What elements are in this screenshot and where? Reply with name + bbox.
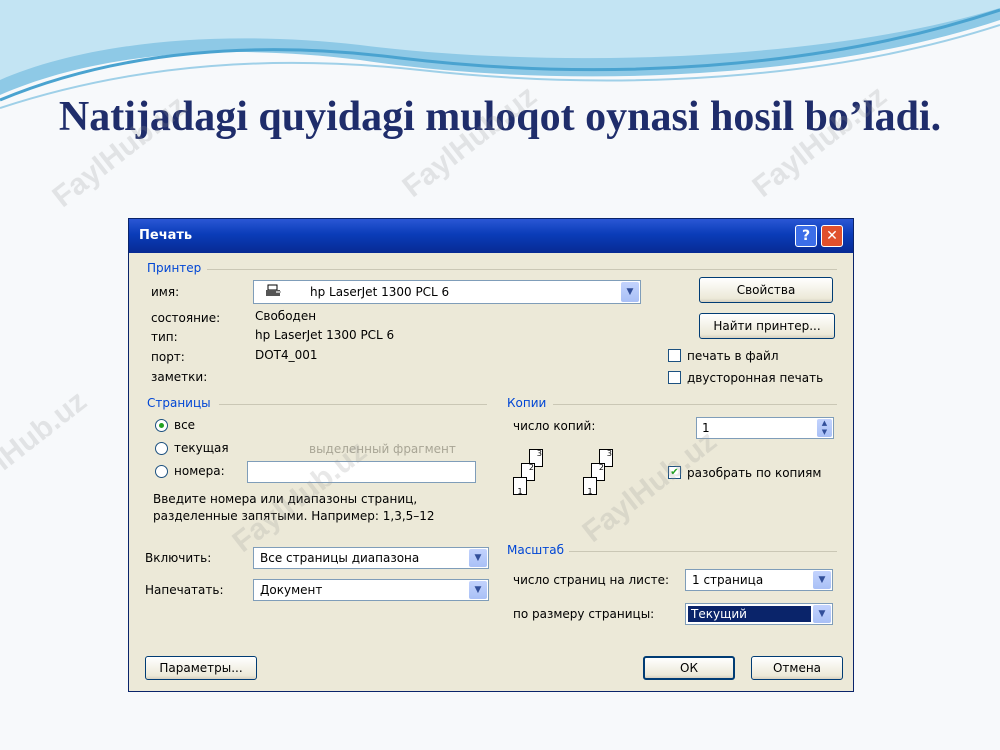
find-printer-button[interactable]: Найти принтер... [699, 313, 835, 339]
print-to-file-checkbox[interactable] [668, 349, 681, 362]
slide-title: Natijadagi quyidagi muloqot oynasi hosil… [58, 94, 942, 140]
pages-group-label: Страницы [147, 396, 211, 410]
printer-group-label: Принтер [147, 261, 202, 275]
printer-icon [266, 284, 282, 298]
pages-all-label[interactable]: все [174, 418, 195, 432]
pages-selection-label: выделенный фрагмент [309, 442, 456, 456]
pages-per-sheet-label: число страниц на листе: [513, 573, 669, 587]
printer-type-value: hp LaserJet 1300 PCL 6 [255, 328, 395, 342]
printer-group-divider [207, 269, 837, 270]
pages-hint: Введите номера или диапазоны страниц, ра… [153, 492, 435, 523]
print-what-select[interactable]: Документ ▼ [253, 579, 489, 601]
collate-checkbox[interactable]: ✔ [668, 466, 681, 479]
watermark-text: FaylHub.uz [0, 384, 93, 509]
close-icon[interactable]: ✕ [821, 225, 843, 247]
pages-numbers-input[interactable] [247, 461, 476, 483]
chevron-down-icon[interactable]: ▼ [621, 282, 639, 302]
print-what-value: Документ [260, 583, 323, 597]
collate-label[interactable]: разобрать по копиям [687, 466, 821, 480]
properties-button[interactable]: Свойства [699, 277, 833, 303]
include-label: Включить: [145, 551, 212, 565]
pages-per-sheet-select[interactable]: 1 страница ▼ [685, 569, 833, 591]
dialog-title: Печать [139, 228, 193, 243]
pages-per-sheet-value: 1 страница [692, 573, 764, 587]
chevron-down-icon[interactable]: ▼ [813, 571, 831, 589]
chevron-down-icon[interactable]: ▼ [469, 549, 487, 567]
printer-status-label: состояние: [151, 311, 221, 325]
copies-count-value: 1 [702, 421, 710, 435]
include-value: Все страницы диапазона [260, 551, 420, 565]
duplex-checkbox[interactable] [668, 371, 681, 384]
collate-illustration: 3 2 1 3 2 1 [509, 449, 639, 519]
pages-current-label[interactable]: текущая [174, 441, 229, 455]
scale-group-label: Масштаб [507, 543, 565, 557]
printer-name-value: hp LaserJet 1300 PCL 6 [310, 285, 450, 299]
printer-name-select[interactable]: hp LaserJet 1300 PCL 6 ▼ [253, 280, 641, 304]
copy-stack-page: 1 [583, 477, 597, 496]
pages-group-divider [219, 404, 487, 405]
help-icon[interactable]: ? [795, 225, 817, 247]
pages-numbers-label[interactable]: номера: [174, 464, 225, 478]
printer-type-label: тип: [151, 330, 178, 344]
printer-port-value: DOT4_001 [255, 348, 318, 362]
print-to-file-label[interactable]: печать в файл [687, 349, 779, 363]
copies-count-label: число копий: [513, 419, 596, 433]
chevron-down-icon[interactable]: ▼ [469, 581, 487, 599]
printer-port-label: порт: [151, 350, 185, 364]
print-dialog: Печать ? ✕ Принтер имя: hp LaserJet 1300… [128, 218, 854, 692]
options-button[interactable]: Параметры... [145, 656, 257, 680]
copy-stack-page: 1 [513, 477, 527, 496]
fit-to-select[interactable]: Текущий ▼ [685, 603, 833, 625]
copies-count-spinner[interactable]: 1 ▲ ▼ [696, 417, 834, 439]
include-select[interactable]: Все страницы диапазона ▼ [253, 547, 489, 569]
copies-group-divider [553, 404, 837, 405]
fit-to-value: Текущий [688, 606, 811, 622]
print-what-label: Напечатать: [145, 583, 224, 597]
chevron-down-icon[interactable]: ▼ [813, 605, 831, 623]
spinner-arrows-icon[interactable]: ▲ ▼ [817, 419, 832, 437]
pages-all-radio[interactable] [155, 419, 168, 432]
printer-status-value: Свободен [255, 309, 317, 323]
printer-notes-label: заметки: [151, 370, 208, 384]
pages-current-radio[interactable] [155, 442, 168, 455]
printer-name-label: имя: [151, 285, 180, 299]
ok-button[interactable]: ОК [643, 656, 735, 680]
pages-numbers-radio[interactable] [155, 465, 168, 478]
dialog-titlebar[interactable]: Печать ? ✕ [129, 219, 853, 253]
cancel-button[interactable]: Отмена [751, 656, 843, 680]
fit-to-label: по размеру страницы: [513, 607, 655, 621]
copies-group-label: Копии [507, 396, 547, 410]
scale-group-divider [569, 551, 837, 552]
duplex-label[interactable]: двусторонная печать [687, 371, 823, 385]
